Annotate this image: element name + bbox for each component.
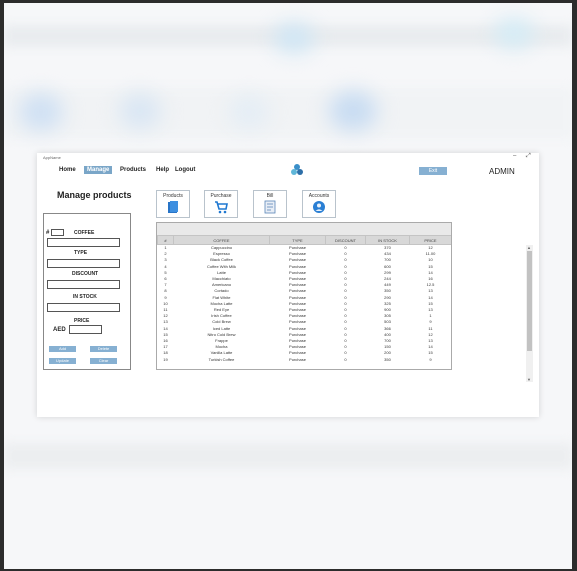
table-cell: 19: [163, 356, 168, 362]
table-cell: 350: [384, 356, 391, 362]
nav-products[interactable]: Products: [120, 167, 146, 173]
scroll-thumb[interactable]: [527, 251, 532, 351]
purchase-category-button[interactable]: Purchase: [204, 190, 238, 218]
table-row[interactable]: 1 Cappuccino Purchase 0 370 12: [158, 245, 452, 252]
column-header[interactable]: COFFEE: [173, 235, 270, 245]
add-button[interactable]: Add: [49, 346, 76, 352]
type-label: TYPE: [74, 250, 88, 256]
id-field[interactable]: [51, 229, 64, 236]
hash-label: #: [46, 230, 50, 236]
clear-button[interactable]: Clear: [90, 358, 117, 364]
table-cell: 0: [344, 356, 347, 362]
in-stock-field[interactable]: [47, 303, 120, 312]
table-cell: Cappuccino: [210, 245, 233, 250]
category-label: Bill: [266, 193, 274, 199]
user-label: ADMIN: [489, 167, 515, 176]
coffee-field[interactable]: [47, 238, 120, 247]
table-cell: Purchase: [289, 245, 306, 250]
discount-field[interactable]: [47, 280, 120, 289]
in-stock-label: IN STOCK: [73, 294, 97, 300]
update-button[interactable]: Update: [49, 358, 76, 364]
table-row[interactable]: 19 Turkish Coffee Purchase 0 350 9: [158, 357, 452, 363]
exit-button[interactable]: Exit: [419, 167, 447, 175]
nav-home[interactable]: Home: [59, 167, 76, 173]
table-cell: 9: [429, 356, 432, 362]
book-icon: [168, 201, 178, 213]
table-cell: 12: [428, 245, 433, 250]
column-header[interactable]: PRICE: [409, 235, 451, 245]
accounts-category-button[interactable]: Accounts: [302, 190, 336, 218]
bill-icon: [264, 200, 276, 214]
products-category-button[interactable]: Products: [156, 190, 190, 218]
delete-button[interactable]: Delete: [90, 346, 117, 352]
account-icon: [313, 201, 325, 213]
price-label: PRICE: [74, 318, 90, 324]
type-field[interactable]: [47, 259, 120, 268]
products-table: # COFFEE TYPE DISCOUNT IN STOCK PRICE 1 C…: [156, 222, 452, 370]
category-label: Purchase: [210, 193, 232, 199]
column-header[interactable]: TYPE: [269, 235, 326, 245]
table-toolbar: [157, 223, 451, 235]
nav-manage[interactable]: Manage: [84, 166, 113, 174]
table-header-row: # COFFEE TYPE DISCOUNT IN STOCK PRICE: [157, 235, 451, 245]
column-header[interactable]: #: [157, 235, 174, 245]
app-title: AppName: [43, 155, 61, 160]
coffee-label: COFFEE: [74, 230, 95, 236]
title-bar: AppName – ⤢: [37, 153, 539, 161]
bill-category-button[interactable]: Bill: [253, 190, 287, 218]
nav-help[interactable]: Help: [156, 167, 169, 173]
scroll-up-icon[interactable]: ▲: [527, 245, 531, 250]
table-cell: Turkish Coffee: [208, 356, 235, 362]
nav-logout[interactable]: Logout: [175, 167, 195, 173]
discount-label: DISCOUNT: [72, 271, 99, 277]
minimize-button[interactable]: –: [513, 153, 516, 159]
table-scrollbar[interactable]: ▲ ▼: [526, 245, 533, 382]
currency-label: AED: [53, 327, 66, 333]
price-field[interactable]: [69, 325, 102, 334]
table-cell: 370: [384, 245, 391, 250]
column-header[interactable]: IN STOCK: [365, 235, 410, 245]
category-label: Accounts: [308, 193, 330, 199]
scroll-down-icon[interactable]: ▼: [527, 377, 531, 382]
app-window: AppName – ⤢ Home Manage Products Help Lo…: [37, 153, 539, 417]
page-title: Manage products: [57, 190, 132, 200]
table-cell: 0: [344, 245, 347, 250]
column-header[interactable]: DISCOUNT: [325, 235, 366, 245]
product-form: # COFFEE TYPE DISCOUNT IN STOCK PRICE AE…: [43, 213, 131, 370]
maximize-button[interactable]: ⤢: [526, 153, 531, 160]
app-logo-icon: [291, 164, 303, 175]
table-cell: Purchase: [289, 356, 306, 362]
table-cell: 1: [164, 245, 167, 250]
category-label: Products: [163, 193, 183, 199]
cart-icon: [215, 201, 228, 214]
